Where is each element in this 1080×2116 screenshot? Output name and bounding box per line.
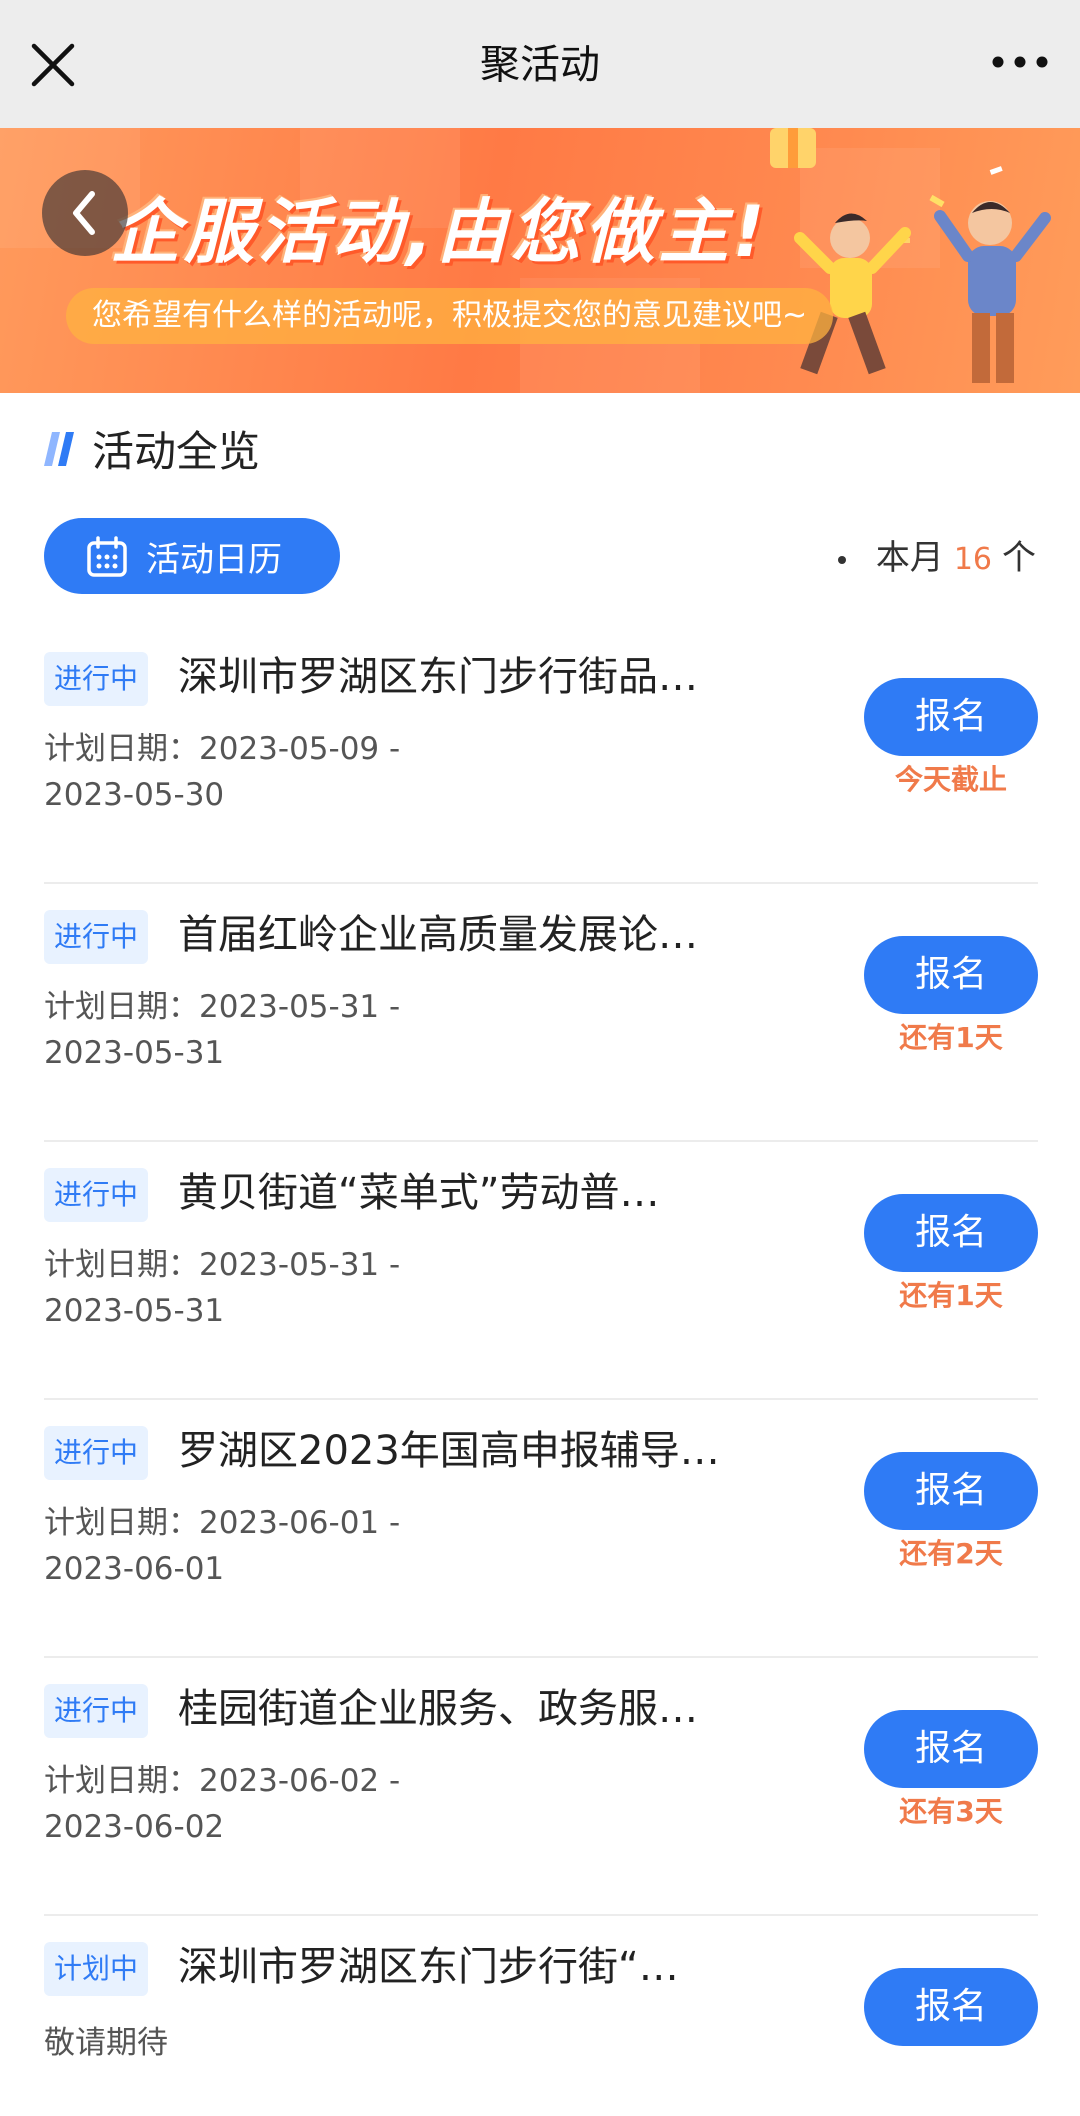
date-label: 计划日期：	[44, 1505, 199, 1541]
signup-button[interactable]: 报名	[864, 1452, 1038, 1530]
date-start: 2023-06-01 -	[199, 1505, 401, 1541]
deadline-text: 还有2天	[899, 1537, 1003, 1570]
date-start: 2023-05-31 -	[199, 989, 401, 1025]
chevron-left-icon	[73, 191, 95, 235]
calendar-icon	[87, 536, 127, 577]
more-icon[interactable]	[988, 42, 1052, 82]
activity-date: 计划日期：2023-06-02 - 2023-06-02	[44, 1758, 604, 1850]
bullet-dot	[837, 555, 846, 564]
activity-date-note: 敬请期待	[44, 2025, 168, 2061]
date-label: 计划日期：	[44, 731, 199, 767]
signup-button[interactable]: 报名	[864, 678, 1038, 756]
month-suffix: 个	[1002, 538, 1036, 578]
activity-item[interactable]: 进行中 罗湖区2023年国高申报辅导… 计划日期：2023-06-01 - 20…	[44, 1400, 1038, 1658]
activity-item[interactable]: 计划中 深圳市罗湖区东门步行街“… 敬请期待 报名	[44, 1916, 1038, 2116]
month-count-number: 16	[953, 542, 992, 577]
date-start: 2023-05-09 -	[199, 731, 401, 767]
status-badge: 进行中	[44, 1426, 149, 1480]
activity-item[interactable]: 进行中 深圳市罗湖区东门步行街品… 计划日期：2023-05-09 - 2023…	[44, 626, 1038, 884]
status-badge: 进行中	[44, 910, 149, 964]
signup-button[interactable]: 报名	[864, 1710, 1038, 1788]
date-label: 计划日期：	[44, 1247, 199, 1283]
status-badge: 进行中	[44, 1168, 149, 1222]
calendar-label: 活动日历	[146, 540, 282, 580]
date-end: 2023-05-31	[44, 1035, 225, 1071]
activity-date: 计划日期：2023-05-09 - 2023-05-30	[44, 726, 604, 818]
date-start: 2023-05-31 -	[199, 1247, 401, 1283]
date-end: 2023-06-01	[44, 1551, 225, 1587]
back-button[interactable]	[42, 170, 128, 256]
date-end: 2023-05-30	[44, 777, 225, 813]
date-end: 2023-06-02	[44, 1809, 225, 1845]
status-badge: 计划中	[44, 1942, 149, 1996]
signup-button[interactable]: 报名	[864, 1968, 1038, 2046]
date-start: 2023-06-02 -	[199, 1763, 401, 1799]
activity-title[interactable]: 黄贝街道“菜单式”劳动普…	[178, 1164, 818, 1222]
signup-button[interactable]: 报名	[864, 1194, 1038, 1272]
activity-item[interactable]: 进行中 黄贝街道“菜单式”劳动普… 计划日期：2023-05-31 - 2023…	[44, 1142, 1038, 1400]
date-end: 2023-05-31	[44, 1293, 225, 1329]
status-badge: 进行中	[44, 1684, 149, 1738]
deadline-text: 还有3天	[899, 1795, 1003, 1828]
banner-subtitle: 您希望有什么样的活动呢，积极提交您的意见建议吧~	[66, 288, 834, 344]
status-badge: 进行中	[44, 652, 149, 706]
date-label: 计划日期：	[44, 1763, 199, 1799]
activity-date: 计划日期：2023-06-01 - 2023-06-01	[44, 1500, 604, 1592]
section-title: 活动全览	[92, 427, 261, 476]
activity-title[interactable]: 首届红岭企业高质量发展论…	[178, 906, 818, 964]
date-label: 计划日期：	[44, 989, 199, 1025]
top-navbar: 聚活动	[0, 0, 1080, 128]
section-mark-icon	[44, 432, 74, 466]
page-title: 聚活动	[480, 42, 600, 88]
activity-calendar-button[interactable]: 活动日历	[44, 518, 340, 594]
activity-list: 进行中 深圳市罗湖区东门步行街品… 计划日期：2023-05-09 - 2023…	[44, 626, 1038, 2116]
activity-item[interactable]: 进行中 桂园街道企业服务、政务服… 计划日期：2023-06-02 - 2023…	[44, 1658, 1038, 1916]
activity-item[interactable]: 进行中 首届红岭企业高质量发展论… 计划日期：2023-05-31 - 2023…	[44, 884, 1038, 1142]
banner-title: 企服活动,由您做主!	[110, 191, 769, 273]
activity-title[interactable]: 桂园街道企业服务、政务服…	[178, 1680, 818, 1738]
month-prefix: 本月	[875, 538, 944, 578]
deadline-text: 今天截止	[894, 763, 1007, 796]
deadline-text: 还有1天	[899, 1279, 1003, 1312]
promo-banner[interactable]: 企服活动,由您做主! 您希望有什么样的活动呢，积极提交您的意见建议吧~	[0, 128, 1080, 393]
month-count: 本月 16 个	[837, 530, 1036, 580]
activity-date: 计划日期：2023-05-31 - 2023-05-31	[44, 1242, 604, 1334]
activity-title[interactable]: 深圳市罗湖区东门步行街品…	[178, 648, 818, 706]
signup-button[interactable]: 报名	[864, 936, 1038, 1014]
activity-title[interactable]: 深圳市罗湖区东门步行街“…	[178, 1938, 818, 1996]
activity-title[interactable]: 罗湖区2023年国高申报辅导…	[178, 1422, 818, 1480]
deadline-text: 还有1天	[899, 1021, 1003, 1054]
activity-date: 计划日期：2023-05-31 - 2023-05-31	[44, 984, 604, 1076]
